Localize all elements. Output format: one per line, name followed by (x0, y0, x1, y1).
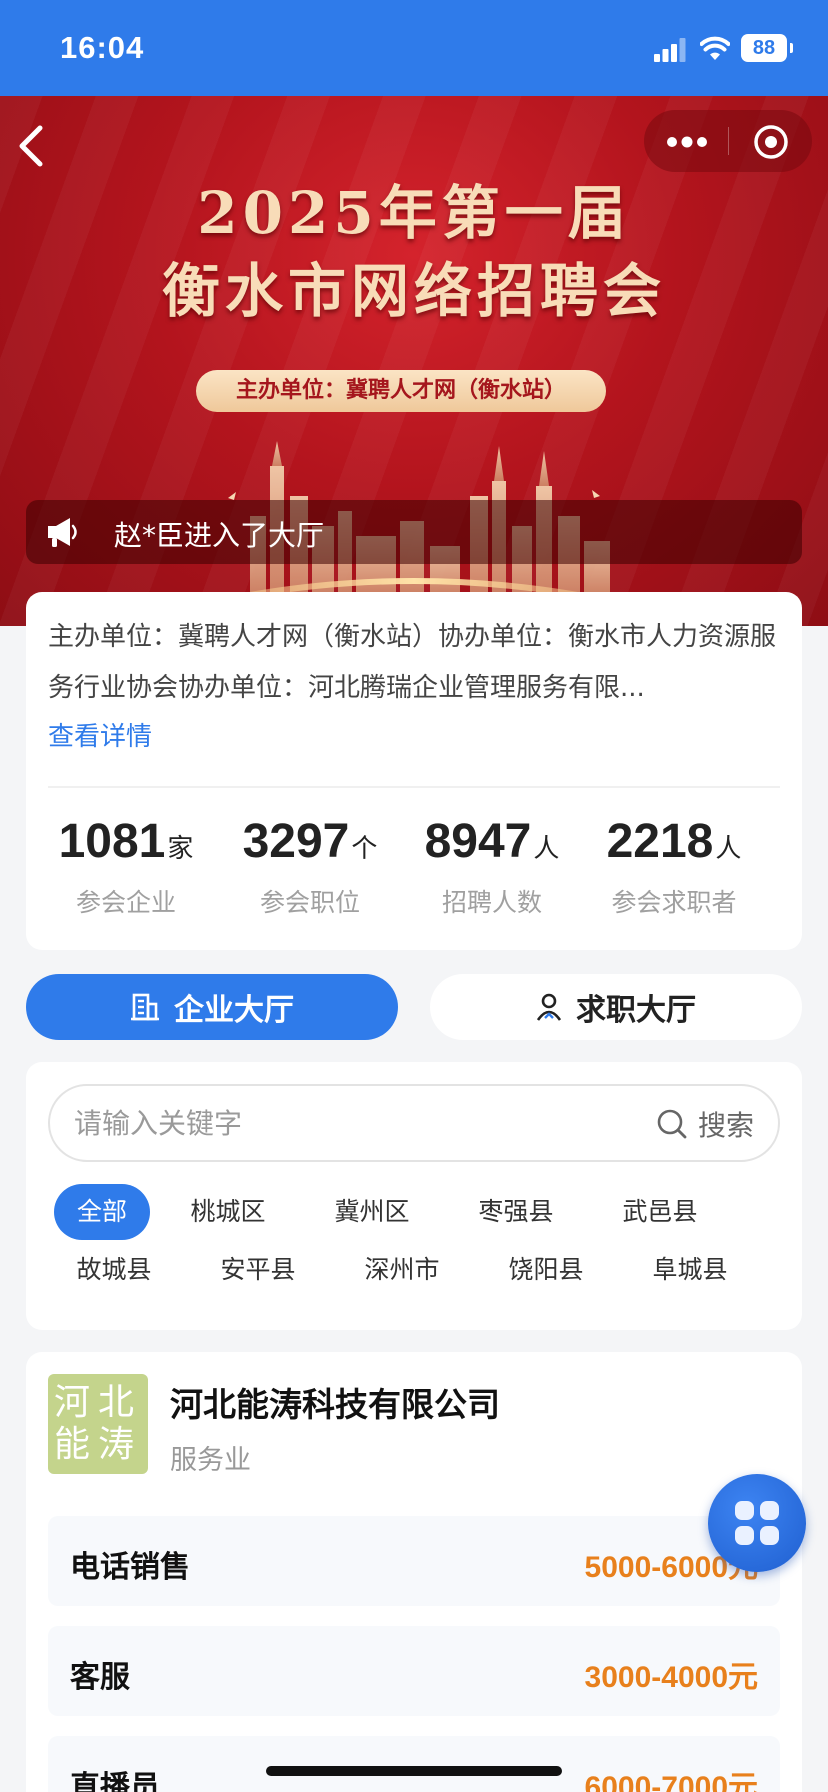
divider (48, 786, 780, 788)
banner-title-year: 2025年第一届 (197, 179, 631, 247)
back-icon[interactable] (14, 122, 48, 170)
job-title: 电话销售 (70, 1550, 190, 1585)
stat-positions: 3297个 参会职位 (218, 814, 402, 919)
company-card[interactable]: 河北能涛 河北能涛科技有限公司 服务业 电话销售 5000-6000元 客服 3… (26, 1352, 802, 1792)
company-name: 河北能涛科技有限公司 (170, 1385, 500, 1424)
district-filter[interactable]: 故城县 (66, 1242, 162, 1298)
job-title: 客服 (70, 1660, 130, 1695)
stat-value: 1081 (58, 815, 166, 868)
stat-label: 参会求职者 (611, 888, 737, 917)
person-icon (536, 993, 562, 1021)
banner-title-event: 衡水市网络招聘会 (161, 257, 666, 325)
job-row[interactable]: 客服 3000-4000元 (48, 1626, 780, 1716)
district-filter[interactable]: 枣强县 (468, 1184, 564, 1240)
search-icon[interactable] (656, 1108, 688, 1140)
visitor-ticker: 赵*臣进入了大厅 (26, 500, 802, 564)
search-filter-card: 搜索 全部 桃城区 冀州区 枣强县 武邑县 故城县 安平县 深州市 饶阳县 阜城… (26, 1062, 802, 1330)
wifi-icon (700, 36, 730, 60)
floating-menu-button[interactable] (708, 1474, 806, 1572)
battery-indicator: 88 (741, 34, 793, 62)
district-filter[interactable]: 安平县 (210, 1242, 306, 1298)
stat-hiring-count: 8947人 招聘人数 (400, 814, 584, 919)
status-bar: 16:04 88 (0, 0, 828, 96)
search-box: 搜索 (48, 1084, 780, 1162)
view-detail-link[interactable]: 查看详情 (48, 716, 152, 753)
home-indicator[interactable] (266, 1766, 562, 1776)
mini-program-capsule (644, 110, 812, 172)
district-filter-all[interactable]: 全部 (54, 1184, 150, 1240)
ticker-text: 赵*臣进入了大厅 (114, 519, 325, 552)
apps-grid-icon (735, 1501, 779, 1545)
tab-company-hall[interactable]: 企业大厅 (26, 974, 398, 1040)
stat-label: 招聘人数 (441, 888, 542, 917)
tab-jobseeker-hall[interactable]: 求职大厅 (430, 974, 802, 1040)
event-description: 主办单位：冀聘人才网（衡水站）协办单位：衡水市人力资源服务行业协会协办单位：河北… (48, 622, 777, 703)
job-row[interactable]: 直播员 6000-7000元 (48, 1736, 780, 1792)
district-filter[interactable]: 深州市 (354, 1242, 450, 1298)
close-target-icon[interactable] (753, 124, 789, 160)
district-filter[interactable]: 桃城区 (180, 1184, 276, 1240)
stat-companies: 1081家 参会企业 (34, 814, 218, 919)
stat-label: 参会企业 (75, 888, 176, 917)
job-title: 直播员 (70, 1770, 160, 1792)
tab-jobseeker-label: 求职大厅 (576, 993, 696, 1028)
stat-value: 8947 (424, 815, 532, 868)
tab-company-label: 企业大厅 (174, 993, 294, 1028)
district-filter[interactable]: 阜城县 (642, 1242, 738, 1298)
stat-unit: 个 (351, 834, 378, 864)
event-banner: 2025年第一届 衡水市网络招聘会 主办单位：冀聘人才网（衡水站） 赵*臣进入了… (0, 96, 828, 626)
stat-unit: 人 (533, 834, 560, 864)
status-time: 16:04 (60, 30, 145, 65)
company-logo: 河北能涛 (48, 1374, 148, 1474)
stat-unit: 人 (715, 834, 742, 864)
megaphone-icon (48, 518, 77, 547)
stat-unit: 家 (167, 834, 194, 864)
district-filter[interactable]: 饶阳县 (498, 1242, 594, 1298)
event-info-card: 主办单位：冀聘人才网（衡水站）协办单位：衡水市人力资源服务行业协会协办单位：河北… (26, 592, 802, 950)
search-button[interactable]: 搜索 (698, 1104, 754, 1144)
district-filter[interactable]: 冀州区 (324, 1184, 420, 1240)
search-input[interactable] (74, 1086, 574, 1160)
job-salary: 6000-7000元 (584, 1771, 758, 1792)
stat-jobseekers: 2218人 参会求职者 (582, 814, 766, 919)
more-icon[interactable] (666, 136, 708, 148)
organizer-pill: 主办单位：冀聘人才网（衡水站） (196, 370, 606, 412)
job-row[interactable]: 电话销售 5000-6000元 (48, 1516, 780, 1606)
district-filter[interactable]: 武邑县 (612, 1184, 708, 1240)
company-industry: 服务业 (170, 1445, 251, 1476)
stat-value: 2218 (606, 815, 714, 868)
building-icon (131, 993, 159, 1021)
stat-label: 参会职位 (259, 888, 360, 917)
job-salary: 3000-4000元 (584, 1661, 758, 1694)
signal-icon (654, 38, 686, 62)
stat-value: 3297 (242, 815, 350, 868)
